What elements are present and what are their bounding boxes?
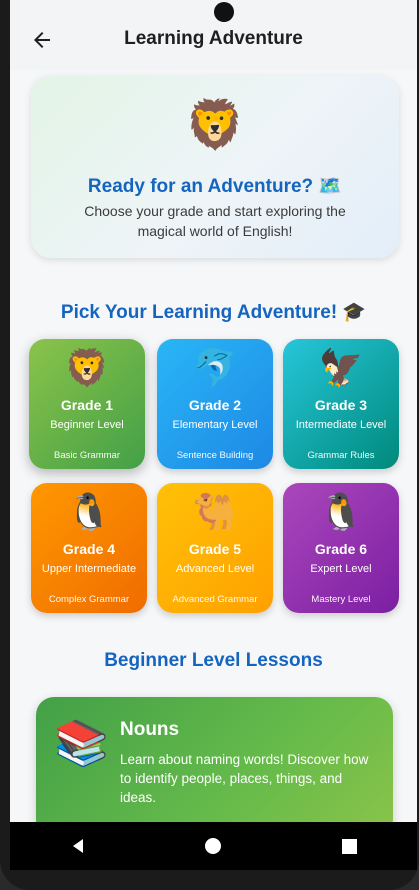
- grade-name: Grade 1: [60, 397, 114, 413]
- welcome-subtitle: Choose your grade and start exploring th…: [84, 203, 346, 239]
- app-screen: Learning Adventure 🦁 Ready for an Advent…: [10, 0, 417, 822]
- nav-home-button[interactable]: [193, 826, 233, 866]
- nav-recents-button[interactable]: [329, 826, 369, 866]
- welcome-title: Ready for an Adventure? 🗺️: [87, 176, 343, 197]
- system-nav-bar: [10, 822, 417, 870]
- lesson-card-nouns[interactable]: 📚 Nouns Learn about naming words! Discov…: [36, 697, 393, 822]
- device-frame: Learning Adventure 🦁 Ready for an Advent…: [0, 0, 419, 890]
- grade-card-4[interactable]: 🐧 Grade 4 Upper Intermediate Complex Gramma…: [31, 483, 147, 613]
- lion-icon: 🦁: [185, 99, 245, 152]
- grade-animal-icon: 🦁: [64, 347, 110, 388]
- grade-topic: Mastery Level: [311, 594, 371, 605]
- back-triangle-icon: [72, 839, 83, 853]
- grade-name: Grade 6: [314, 541, 368, 557]
- grade-animal-icon: 🐧: [66, 491, 112, 532]
- lesson-description: Learn about naming words! Discover how t…: [120, 752, 369, 805]
- books-icon: 📚: [54, 719, 109, 768]
- grade-card-5[interactable]: 🐫 Grade 5 Advanced Level Advanced Grammar: [157, 483, 273, 613]
- grade-name: Grade 4: [62, 541, 116, 557]
- grade-level: Advanced Level: [175, 563, 255, 575]
- nav-back-button[interactable]: [58, 826, 98, 866]
- grade-topic: Complex Grammar: [48, 594, 130, 605]
- grade-animal-icon: 🐧: [318, 491, 364, 532]
- grade-level: Intermediate Level: [295, 419, 387, 431]
- grade-card-6[interactable]: 🐧 Grade 6 Expert Level Mastery Level: [283, 483, 399, 613]
- grade-topic: Grammar Rules: [307, 450, 375, 461]
- grade-topic: Basic Grammar: [54, 450, 120, 461]
- grade-name: Grade 3: [314, 397, 368, 413]
- grade-topic: Advanced Grammar: [172, 594, 258, 605]
- grade-level: Expert Level: [310, 563, 372, 575]
- grade-name: Grade 2: [188, 397, 242, 413]
- grade-level: Beginner Level: [50, 419, 124, 431]
- grade-topic: Sentence Building: [176, 450, 254, 461]
- recents-square-icon: [341, 838, 357, 854]
- grade-level: Elementary Level: [172, 419, 258, 431]
- grade-animal-icon: 🦅: [318, 347, 364, 388]
- grade-name: Grade 5: [188, 541, 242, 557]
- lessons-title: Beginner Level Lessons: [104, 650, 323, 671]
- grade-card-2[interactable]: 🐬 Grade 2 Elementary Level Sentence Buildin…: [157, 339, 273, 469]
- grade-animal-icon: 🐫: [192, 491, 238, 532]
- grade-card-1[interactable]: 🦁 Grade 1 Beginner Level Basic Grammar: [29, 339, 145, 469]
- home-circle-icon: [205, 838, 222, 854]
- lesson-title: Nouns: [120, 719, 180, 740]
- grade-card-3[interactable]: 🦅 Grade 3 Intermediate Level Grammar Rules: [283, 339, 399, 469]
- welcome-card: 🦁 Ready for an Adventure? 🗺️ Choose your…: [31, 76, 399, 258]
- grade-level: Upper Intermediate: [41, 563, 137, 575]
- camera-cutout: [214, 2, 234, 22]
- grade-animal-icon: 🐬: [192, 347, 238, 388]
- pick-adventure-title: Pick Your Learning Adventure! 🎓: [60, 302, 367, 323]
- page-title: Learning Adventure: [124, 28, 303, 49]
